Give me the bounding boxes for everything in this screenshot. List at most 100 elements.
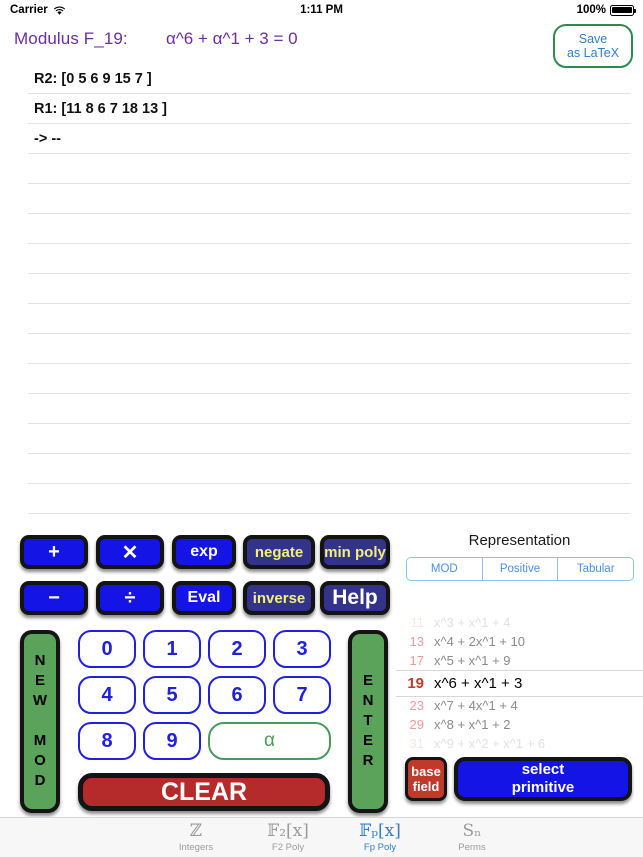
picker-row-modulus: 29 (409, 717, 424, 732)
representation-option-tabular[interactable]: Tabular (558, 558, 633, 580)
base-field-button[interactable]: base field (405, 757, 447, 801)
alpha-key-label: α (264, 730, 275, 751)
exp-button[interactable]: exp (172, 535, 236, 569)
inverse-button[interactable]: inverse (243, 581, 315, 615)
right-panel: Representation MOD Positive Tabular 11 x^3 … (396, 516, 643, 816)
worksheet-line (28, 334, 630, 364)
worksheet-line (28, 424, 630, 454)
tab-fp-poly-label: Fp Poly (363, 842, 397, 853)
tab-fp-poly[interactable]: 𝔽ₚ[x] Fp Poly (334, 822, 426, 854)
help-button-label: Help (332, 586, 378, 609)
worksheet-line-text: -> -- (34, 131, 61, 147)
picker-selection-divider (396, 696, 643, 697)
worksheet-line (28, 154, 630, 184)
digit-key-0[interactable]: 0 (78, 630, 136, 668)
subtract-button[interactable]: − (20, 581, 88, 615)
worksheet-area[interactable]: R2: [0 5 6 9 15 7 ] R1: [11 8 6 7 18 13 ]… (0, 64, 643, 514)
exp-button-label: exp (190, 543, 218, 560)
help-button[interactable]: Help (320, 581, 390, 615)
multiply-button[interactable]: ✕ (96, 535, 164, 569)
select-primitive-line1: select (521, 761, 565, 778)
divide-button-label: ÷ (124, 586, 136, 609)
digit-key-label: 5 (166, 683, 178, 706)
digit-key-5[interactable]: 5 (143, 676, 201, 714)
picker-row-modulus: 23 (409, 698, 424, 713)
picker-row-modulus: 17 (409, 653, 424, 668)
select-primitive-button[interactable]: select primitive (454, 757, 632, 801)
picker-row-polynomial: x^4 + 2x^1 + 10 (434, 634, 525, 649)
header-bar: Modulus F_19: α^6 + α^1 + 3 = 0 Save as … (0, 24, 643, 68)
worksheet-line (28, 184, 630, 214)
worksheet-line (28, 214, 630, 244)
picker-row-modulus: 31 (409, 736, 424, 751)
divide-button[interactable]: ÷ (96, 581, 164, 615)
eval-button-label: Eval (187, 589, 221, 606)
alpha-key[interactable]: α (208, 722, 331, 760)
picker-row[interactable]: 11 x^3 + x^1 + 4 (396, 613, 643, 632)
base-field-line1: base (411, 764, 441, 779)
tab-integers-label: Integers (178, 842, 214, 853)
digit-key-3[interactable]: 3 (273, 630, 331, 668)
picker-row-modulus: 13 (409, 634, 424, 649)
digit-key-label: 1 (166, 637, 178, 660)
worksheet-line (28, 394, 630, 424)
add-button-label: + (48, 540, 60, 563)
battery-percent-label: 100% (576, 4, 606, 16)
modulus-label: Modulus F_19: (14, 29, 128, 48)
tab-perms[interactable]: Sₙ Perms (426, 822, 518, 854)
subtract-button-label: − (48, 586, 60, 609)
digit-key-8[interactable]: 8 (78, 722, 136, 760)
picker-row-modulus: 11 (410, 615, 425, 630)
battery-full-icon (610, 4, 637, 16)
clear-button[interactable]: CLEAR (78, 773, 330, 811)
picker-row[interactable]: 31 x^9 + x^2 + x^1 + 6 (396, 734, 643, 751)
picker-row-polynomial: x^3 + x^1 + 4 (434, 615, 511, 630)
digit-key-label: 8 (101, 729, 113, 752)
enter-button[interactable]: ENTER (348, 630, 388, 813)
representation-option-mod[interactable]: MOD (407, 558, 483, 580)
worksheet-line: R2: [0 5 6 9 15 7 ] (28, 64, 630, 94)
modulus-polynomial: α^6 + α^1 + 3 = 0 (166, 29, 298, 48)
app-root: Carrier 1:11 PM 100% Modulus F_19: α^6 +… (0, 0, 643, 857)
worksheet-line (28, 484, 630, 514)
representation-option-positive[interactable]: Positive (482, 558, 559, 580)
select-primitive-line2: primitive (511, 779, 575, 796)
worksheet-line (28, 244, 630, 274)
digit-key-9[interactable]: 9 (143, 722, 201, 760)
picker-row-polynomial: x^9 + x^2 + x^1 + 6 (434, 736, 546, 751)
min-poly-button-label: min poly (324, 543, 386, 561)
eval-button[interactable]: Eval (172, 581, 236, 615)
save-as-latex-button[interactable]: Save as LaTeX (553, 24, 633, 68)
picker-row[interactable]: 19 x^6 + x^1 + 3 (396, 670, 643, 696)
add-button[interactable]: + (20, 535, 88, 569)
clear-label: CLEAR (160, 777, 248, 806)
digit-key-7[interactable]: 7 (273, 676, 331, 714)
digit-key-label: 0 (101, 637, 113, 660)
multiply-button-label: ✕ (121, 541, 139, 564)
digit-key-2[interactable]: 2 (208, 630, 266, 668)
min-poly-button[interactable]: min poly (320, 535, 390, 569)
keypad-area: + ✕ exp negate min poly − ÷ Eval inverse Help NE… (0, 516, 396, 816)
base-field-line2: field (412, 779, 440, 794)
tab-list: ℤ Integers 𝔽₂[x] F2 Poly 𝔽ₚ[x] Fp Poly Sₙ Perms (150, 821, 518, 854)
tab-integers[interactable]: ℤ Integers (150, 822, 242, 854)
digit-key-label: 6 (231, 683, 243, 706)
representation-segmented-control[interactable]: MOD Positive Tabular (406, 557, 634, 581)
save-latex-line1: Save (578, 32, 608, 46)
picker-row[interactable]: 29 x^8 + x^1 + 2 (396, 715, 643, 734)
picker-row[interactable]: 13 x^4 + 2x^1 + 10 (396, 632, 643, 651)
digit-key-6[interactable]: 6 (208, 676, 266, 714)
digit-key-1[interactable]: 1 (143, 630, 201, 668)
new-mod-button[interactable]: NEW MOD (20, 630, 60, 813)
tab-f2-poly-icon: 𝔽₂[x] (267, 821, 309, 841)
representation-title: Representation (468, 532, 571, 549)
save-latex-line2: as LaTeX (566, 46, 620, 60)
tab-f2-poly[interactable]: 𝔽₂[x] F2 Poly (242, 821, 334, 854)
negate-button[interactable]: negate (243, 535, 315, 569)
primitive-polynomial-picker[interactable]: 11 x^3 + x^1 + 4 13 x^4 + 2x^1 + 10 17 x^5 + … (396, 613, 643, 751)
picker-row[interactable]: 17 x^5 + x^1 + 9 (396, 651, 643, 670)
inverse-button-label: inverse (252, 589, 306, 607)
digit-key-4[interactable]: 4 (78, 676, 136, 714)
worksheet-line: R1: [11 8 6 7 18 13 ] (28, 94, 630, 124)
picker-row[interactable]: 23 x^7 + 4x^1 + 4 (396, 696, 643, 715)
